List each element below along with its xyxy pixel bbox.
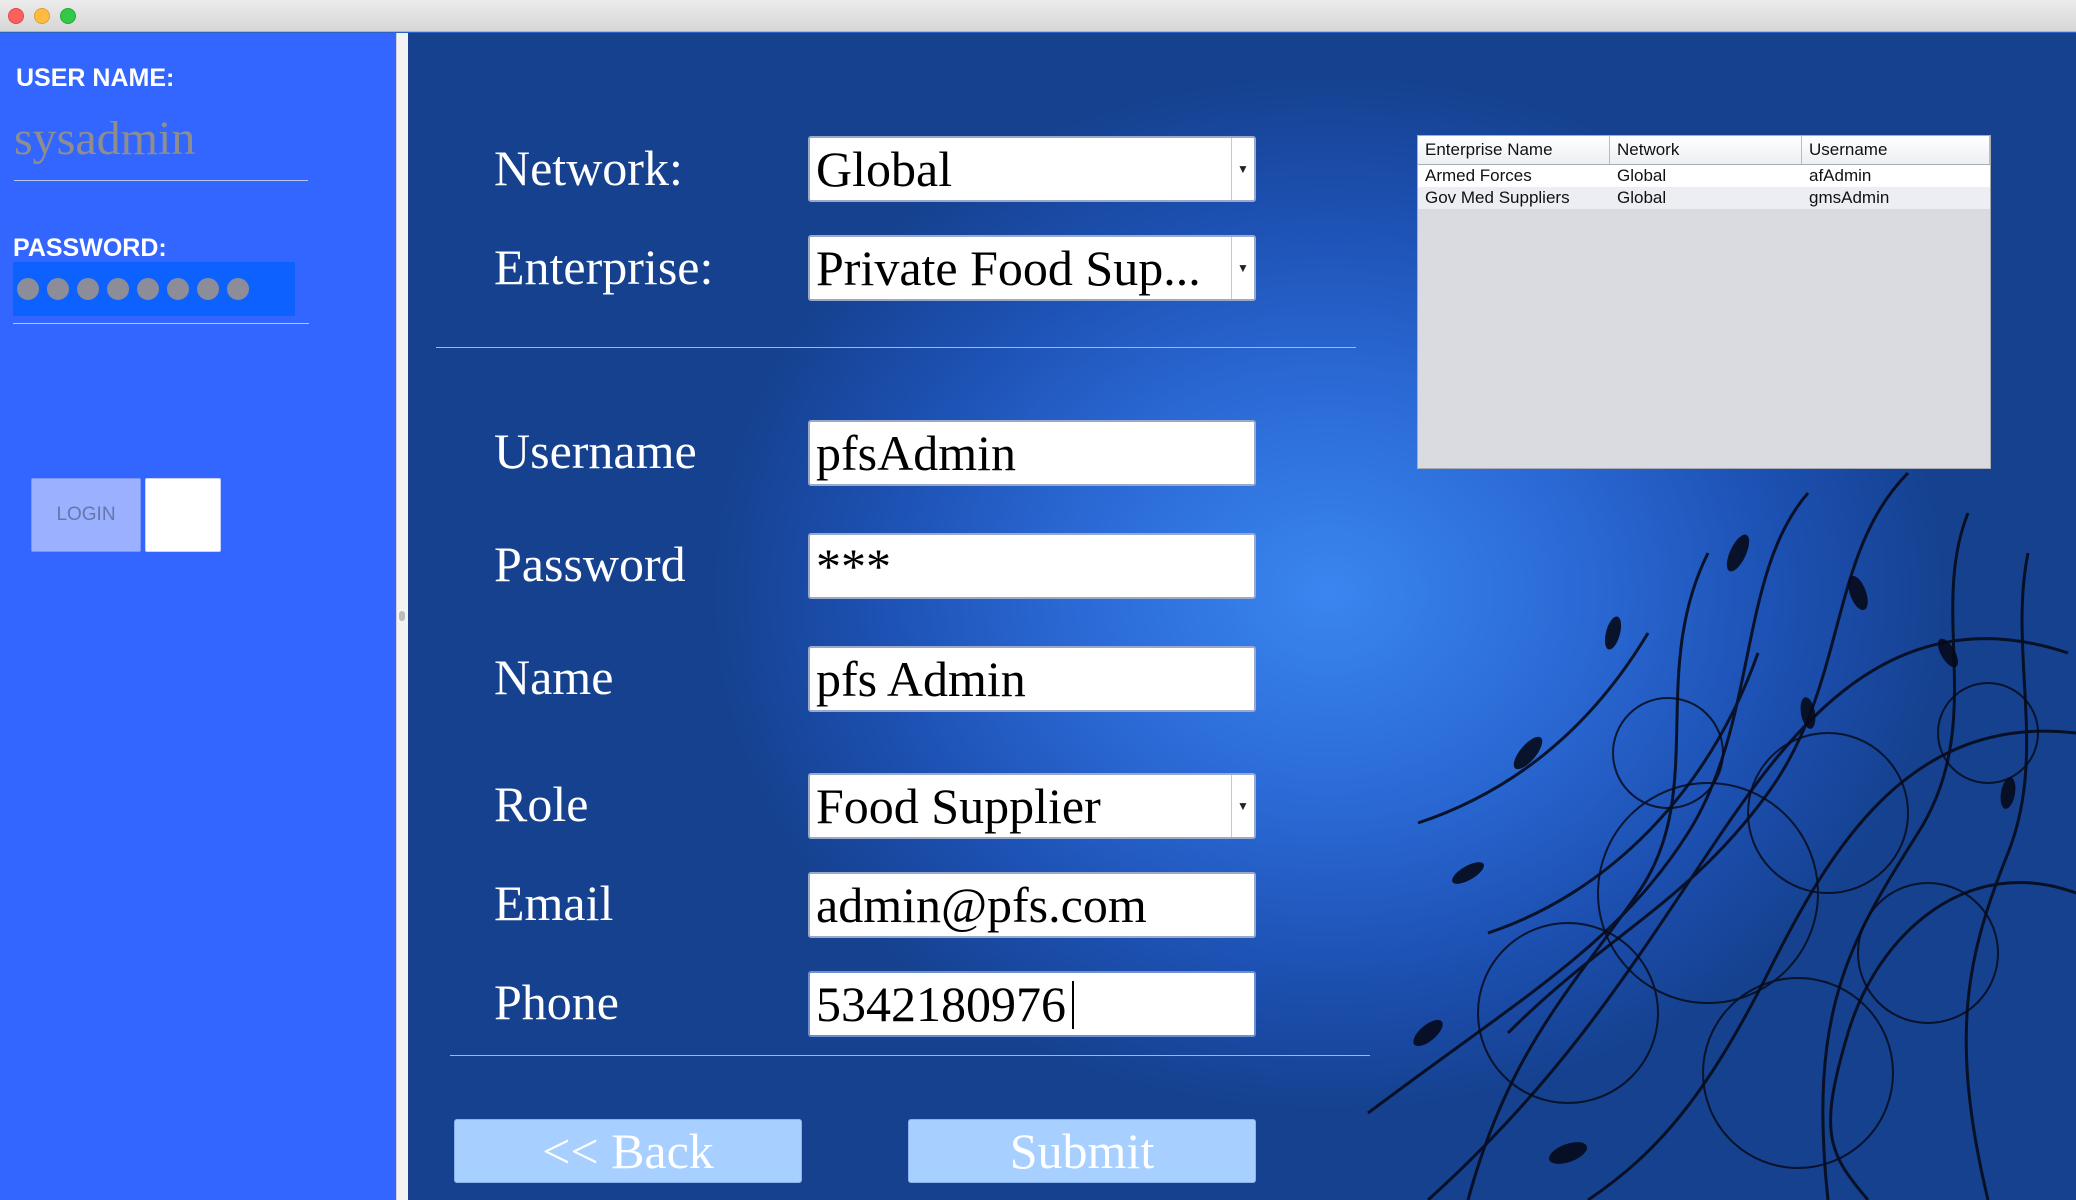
split-pane-divider[interactable] <box>396 33 408 1200</box>
table-cell: Gov Med Suppliers <box>1425 188 1570 207</box>
role-select[interactable]: Food Supplier ▼ <box>808 773 1256 839</box>
phone-input[interactable]: 5342180976 <box>808 971 1256 1037</box>
role-select-value: Food Supplier <box>816 778 1101 834</box>
back-button[interactable]: << Back <box>454 1119 802 1183</box>
window-titlebar <box>0 0 2076 32</box>
enterprise-select[interactable]: Private Food Sup... ▼ <box>808 235 1256 301</box>
enterprise-select-value: Private Food Sup... <box>816 240 1201 296</box>
password-dot <box>197 278 219 300</box>
table-cell: Global <box>1617 188 1667 207</box>
username-input-value: pfsAdmin <box>816 425 1016 481</box>
chevron-down-icon[interactable]: ▼ <box>1231 775 1254 837</box>
password-label: PASSWORD: <box>13 234 167 262</box>
table-cell: gmsAdmin <box>1809 188 1890 207</box>
table-row[interactable]: Armed Forces Global afAdmin <box>1418 165 1990 187</box>
password-dot <box>77 278 99 300</box>
role-form-label: Role <box>494 776 589 832</box>
network-select[interactable]: Global ▼ <box>808 136 1256 202</box>
table-row[interactable]: Gov Med Suppliers Global gmsAdmin <box>1418 187 1990 209</box>
chevron-down-icon[interactable]: ▼ <box>1231 138 1254 200</box>
username-input[interactable]: pfsAdmin <box>808 420 1256 486</box>
divider-grip-icon <box>399 611 405 621</box>
logout-button[interactable] <box>145 478 221 552</box>
form-divider-bottom <box>450 1055 1370 1056</box>
submit-button[interactable]: Submit <box>908 1119 1256 1183</box>
password-dot <box>227 278 249 300</box>
zoom-window-icon[interactable] <box>60 8 76 24</box>
text-caret <box>1072 981 1074 1029</box>
name-input[interactable]: pfs Admin <box>808 646 1256 712</box>
login-panel <box>0 33 396 1200</box>
password-underline <box>13 323 309 324</box>
login-button[interactable]: LOGIN <box>31 478 141 552</box>
name-form-label: Name <box>494 649 614 705</box>
table-cell: afAdmin <box>1809 166 1872 185</box>
network-select-value: Global <box>816 141 953 197</box>
close-window-icon[interactable] <box>8 8 24 24</box>
email-input-value: admin@pfs.com <box>816 877 1147 933</box>
password-dot <box>137 278 159 300</box>
email-form-label: Email <box>494 875 614 931</box>
email-input[interactable]: admin@pfs.com <box>808 872 1256 938</box>
minimize-window-icon[interactable] <box>34 8 50 24</box>
enterprise-label: Enterprise: <box>494 239 714 295</box>
username-form-label: Username <box>494 423 697 479</box>
column-header-network[interactable]: Network <box>1610 136 1802 164</box>
password-dot <box>47 278 69 300</box>
phone-input-value: 5342180976 <box>816 976 1066 1032</box>
password-dot <box>107 278 129 300</box>
phone-form-label: Phone <box>494 974 619 1030</box>
name-input-value: pfs Admin <box>816 651 1026 707</box>
network-label: Network: <box>494 140 683 196</box>
table-header: Enterprise Name Network Username <box>1418 136 1990 165</box>
password-dot <box>167 278 189 300</box>
password-input[interactable]: *** <box>808 533 1256 599</box>
column-header-username[interactable]: Username <box>1802 136 1990 164</box>
password-input-value: *** <box>816 538 891 594</box>
table-cell: Global <box>1617 166 1667 185</box>
login-password-field[interactable] <box>13 262 295 316</box>
password-form-label: Password <box>494 536 686 592</box>
password-dot <box>17 278 39 300</box>
login-username-field[interactable]: sysadmin <box>14 110 308 181</box>
enterprise-admin-table[interactable]: Enterprise Name Network Username Armed F… <box>1417 135 1991 469</box>
username-label: USER NAME: <box>16 64 175 92</box>
column-header-enterprise-name[interactable]: Enterprise Name <box>1418 136 1610 164</box>
table-cell: Armed Forces <box>1425 166 1532 185</box>
form-divider-top <box>436 347 1356 348</box>
chevron-down-icon[interactable]: ▼ <box>1231 237 1254 299</box>
create-admin-panel: Network: Enterprise: Username Password N… <box>408 33 2076 1200</box>
